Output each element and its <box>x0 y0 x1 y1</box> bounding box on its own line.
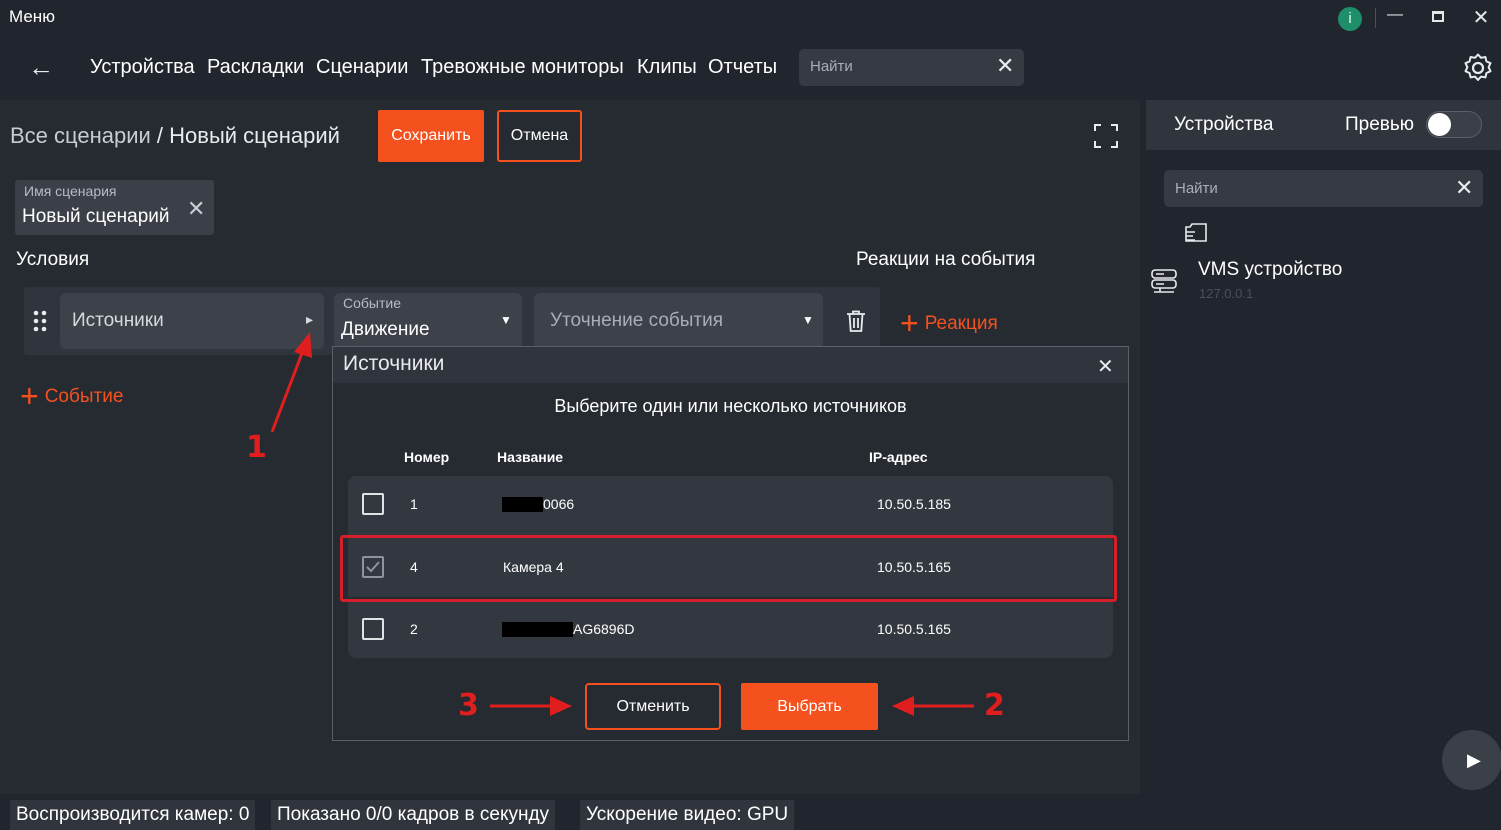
nav-reports[interactable]: Отчеты <box>708 56 777 79</box>
event-select-label: Событие <box>343 295 401 311</box>
preview-label: Превью <box>1345 114 1415 135</box>
maximize-icon[interactable] <box>1432 11 1444 22</box>
info-icon[interactable]: i <box>1338 7 1362 31</box>
column-header-number: Номер <box>404 449 450 465</box>
row-ip: 10.50.5.185 <box>877 496 951 512</box>
chevron-right-icon: ▸ <box>306 311 314 327</box>
annotation-number-2: 2 <box>984 688 1005 723</box>
dialog-title: Источники <box>343 352 445 375</box>
play-arrow-icon: ▶ <box>1467 750 1481 770</box>
annotation-number-3: 3 <box>458 688 479 723</box>
menu-button[interactable]: Меню <box>9 7 55 27</box>
drag-handle-icon[interactable] <box>32 310 48 332</box>
reactions-title: Реакции на события <box>856 249 1036 270</box>
redacted-block <box>502 497 543 512</box>
nav-scenarios[interactable]: Сценарии <box>316 56 408 79</box>
row-checkbox[interactable] <box>362 618 384 640</box>
breadcrumb-current: Новый сценарий <box>169 123 340 148</box>
event-refine-placeholder: Уточнение события <box>550 310 724 331</box>
scenario-name-value[interactable]: Новый сценарий <box>22 206 170 228</box>
close-dialog-icon[interactable]: ✕ <box>1097 354 1114 379</box>
add-reaction-label: Реакция <box>924 313 998 334</box>
add-reaction-button[interactable]: + Реакция <box>900 305 998 342</box>
status-acceleration: Ускорение видео: GPU <box>580 800 795 830</box>
clear-name-icon[interactable]: ✕ <box>187 196 205 222</box>
close-window-icon[interactable]: ✕ <box>1469 5 1493 30</box>
nav-layouts[interactable]: Раскладки <box>207 56 304 79</box>
status-cameras: Воспроизводится камер: 0 <box>10 800 256 830</box>
device-ip: 127.0.0.1 <box>1199 286 1254 301</box>
devices-panel <box>1146 100 1501 830</box>
device-name[interactable]: VMS устройство <box>1198 259 1342 281</box>
minimize-icon[interactable]: — <box>1383 6 1407 24</box>
row-name: 0066 <box>543 496 575 512</box>
dialog-subtitle: Выберите один или несколько источников <box>554 396 907 416</box>
clear-search-icon[interactable]: ✕ <box>996 53 1014 79</box>
add-event-button[interactable]: + Событие <box>20 378 123 415</box>
clear-search-icon[interactable]: ✕ <box>1455 175 1473 201</box>
preview-toggle-knob <box>1428 113 1451 136</box>
conditions-title: Условия <box>16 249 90 270</box>
save-button[interactable]: Сохранить <box>378 110 484 162</box>
gear-icon[interactable] <box>1462 52 1494 84</box>
title-bar <box>0 0 1501 36</box>
breadcrumb: Все сценарии / Новый сценарий <box>10 123 340 149</box>
breadcrumb-separator: / <box>150 123 170 148</box>
add-event-label: Событие <box>44 386 124 407</box>
caret-down-icon: ▼ <box>500 313 512 327</box>
caret-down-icon: ▼ <box>802 313 814 327</box>
top-search-placeholder: Найти <box>810 58 853 75</box>
nav-alarm-monitors[interactable]: Тревожные мониторы <box>421 56 624 79</box>
annotation-number-1: 1 <box>246 430 267 465</box>
window-controls-divider <box>1375 8 1376 28</box>
selection-highlight-frame <box>340 535 1117 602</box>
breadcrumb-root[interactable]: Все сценарии <box>10 123 151 148</box>
fullscreen-icon[interactable] <box>1093 123 1119 149</box>
annotation-arrow-3 <box>490 696 572 716</box>
scenario-name-label: Имя сценария <box>24 183 117 199</box>
back-arrow-icon[interactable]: ← <box>28 52 54 83</box>
row-name: AG6896D <box>573 621 635 637</box>
row-checkbox[interactable] <box>362 493 384 515</box>
device-group-icon[interactable] <box>1182 221 1210 245</box>
dialog-header <box>333 347 1128 383</box>
sources-placeholder: Источники <box>72 310 164 331</box>
event-select-value: Движение <box>341 319 430 340</box>
trash-icon[interactable] <box>845 309 867 333</box>
devices-search-placeholder: Найти <box>1175 180 1218 197</box>
nav-clips[interactable]: Клипы <box>637 56 697 79</box>
plus-icon: + <box>20 378 39 414</box>
row-ip: 10.50.5.165 <box>877 621 951 637</box>
devices-panel-title: Устройства <box>1174 114 1274 135</box>
server-icon <box>1151 269 1177 293</box>
dialog-cancel-button[interactable]: Отменить <box>585 683 721 730</box>
nav-devices[interactable]: Устройства <box>90 56 195 79</box>
dialog-select-button[interactable]: Выбрать <box>741 683 878 730</box>
column-header-ip: IP-адрес <box>869 449 928 465</box>
annotation-arrow-1 <box>270 332 312 433</box>
column-header-name: Название <box>497 449 564 465</box>
cancel-button[interactable]: Отмена <box>497 110 582 162</box>
plus-icon: + <box>900 305 919 341</box>
annotation-arrow-2 <box>892 696 974 716</box>
row-number: 1 <box>410 496 418 512</box>
redacted-block <box>502 622 573 637</box>
row-number: 2 <box>410 621 418 637</box>
status-fps: Показано 0/0 кадров в секунду <box>271 800 556 830</box>
